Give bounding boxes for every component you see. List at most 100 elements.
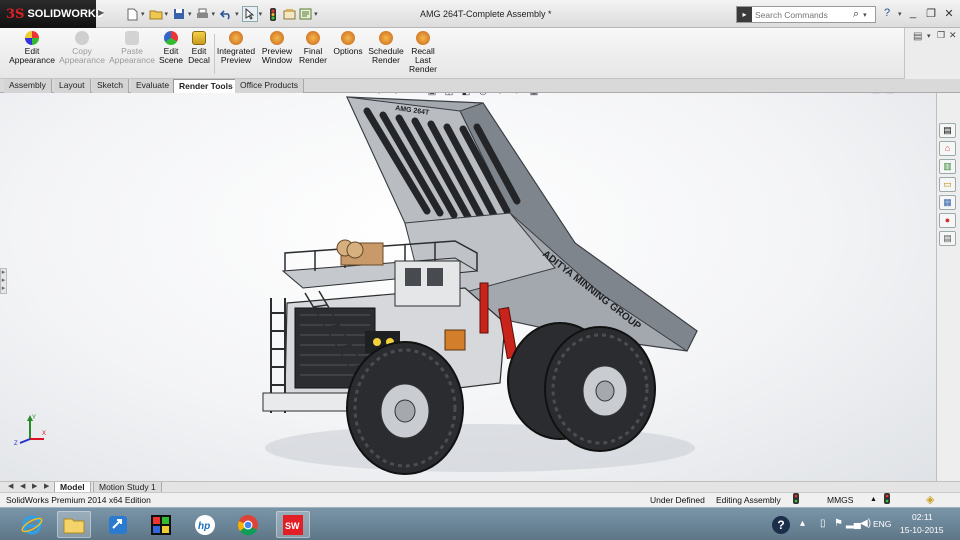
select-dropdown-icon[interactable]: ▾ xyxy=(259,10,263,18)
final-render-button[interactable]: Final Render xyxy=(298,31,328,65)
download-manager-icon[interactable] xyxy=(101,511,135,538)
last-tab-icon[interactable]: ▶ xyxy=(44,482,49,490)
help-question-icon[interactable]: ? xyxy=(772,516,790,534)
print-dropdown-icon[interactable]: ▾ xyxy=(212,10,216,18)
recall-last-render-button[interactable]: Recall Last Render xyxy=(406,31,440,74)
edit-scene-button[interactable]: Edit Scene xyxy=(158,31,184,65)
search-icon[interactable]: ⌕ xyxy=(853,8,859,21)
print-icon[interactable] xyxy=(195,6,211,22)
new-document-icon[interactable] xyxy=(124,6,140,22)
tab-assembly[interactable]: Assembly xyxy=(4,79,52,93)
apply-scene-icon[interactable]: ◐ xyxy=(510,93,524,96)
viewport-tile-icon[interactable]: ◫ xyxy=(886,93,895,95)
ribbon-restore-icon[interactable]: ❐ xyxy=(937,30,945,41)
media-player-icon[interactable] xyxy=(144,511,178,538)
graphics-area[interactable]: ADITYA MINNING GROUP AMG 264T AMG xyxy=(0,93,936,481)
custom-properties-icon[interactable]: ▤ xyxy=(939,231,956,246)
tray-expand-icon[interactable]: ▴ xyxy=(800,518,805,529)
view-palette-icon[interactable]: ▦ xyxy=(939,195,956,210)
options-icon[interactable] xyxy=(297,6,313,22)
language-indicator[interactable]: ENG xyxy=(873,519,891,529)
display-style-icon[interactable]: ◧ xyxy=(459,93,473,97)
file-explorer-icon[interactable]: ▭ xyxy=(939,177,956,192)
options-dropdown-icon[interactable]: ▾ xyxy=(314,10,318,18)
solidworks-logo[interactable]: 3S SOLIDWORKS xyxy=(0,0,103,28)
tab-render-tools[interactable]: Render Tools xyxy=(173,79,239,93)
zoom-to-fit-icon[interactable]: ⌕ xyxy=(374,93,388,97)
open-dropdown-icon[interactable]: ▾ xyxy=(165,10,169,18)
save-icon[interactable] xyxy=(171,6,187,22)
rebuild-traffic-light-icon[interactable] xyxy=(265,6,281,22)
hp-app-icon[interactable]: hp xyxy=(188,511,222,538)
clock-time[interactable]: 02:11 xyxy=(912,512,933,522)
menu-expand-icon[interactable]: ▶ xyxy=(98,8,104,17)
tag-icon[interactable]: ◈ xyxy=(926,493,934,507)
clock-date[interactable]: 15-10-2015 xyxy=(900,525,943,535)
status-bar: SolidWorks Premium 2014 x64 Edition Unde… xyxy=(0,492,960,507)
prev-tab-icon[interactable]: ◀ xyxy=(20,482,25,490)
appearances-scenes-icon[interactable]: ● xyxy=(939,213,956,228)
schedule-render-button[interactable]: Schedule Render xyxy=(367,31,405,65)
task-pane: ▤ ⌂ ▥ ▭ ▦ ● ▤ xyxy=(936,93,960,481)
section-view-icon[interactable]: ▣ xyxy=(425,93,439,97)
undo-icon[interactable] xyxy=(218,6,234,22)
select-cursor-icon[interactable] xyxy=(241,6,258,22)
design-library-icon[interactable]: ▥ xyxy=(939,159,956,174)
title-bar: 3S SOLIDWORKS ▶ ▾ ▾ ▾ ▾ ▾ ▾ ▾ AMG 264T-C… xyxy=(0,0,960,28)
undo-dropdown-icon[interactable]: ▾ xyxy=(235,10,239,18)
render-options-button[interactable]: Options xyxy=(332,31,364,56)
restore-icon[interactable]: ❐ xyxy=(924,7,938,20)
viewport-split-icon[interactable]: ◫ xyxy=(872,93,881,95)
previous-view-icon[interactable]: ↶ xyxy=(408,93,422,97)
minimize-icon[interactable]: _ xyxy=(906,7,920,19)
feature-manager-collapse-handle[interactable]: ▸ ▸ ▸ xyxy=(0,268,7,294)
search-dropdown-icon[interactable]: ▾ xyxy=(863,11,867,19)
zoom-area-icon[interactable]: ⌕ xyxy=(391,93,405,97)
internet-explorer-icon[interactable] xyxy=(15,511,49,538)
file-properties-icon[interactable] xyxy=(281,6,297,22)
dump-truck-model[interactable]: ADITYA MINNING GROUP AMG 264T AMG xyxy=(255,93,705,481)
close-icon[interactable]: ✕ xyxy=(942,7,956,20)
file-explorer-icon[interactable] xyxy=(57,511,91,538)
open-folder-icon[interactable] xyxy=(148,6,164,22)
action-center-flag-icon[interactable]: ⚑ xyxy=(834,518,843,529)
edit-decal-button[interactable]: Edit Decal xyxy=(186,31,212,65)
viewport-minimize-icon[interactable]: – xyxy=(904,93,909,94)
solidworks-resources-icon[interactable]: ▤ xyxy=(939,123,956,138)
ribbon-close-icon[interactable]: ✕ xyxy=(949,30,957,41)
integrated-preview-button[interactable]: Integrated Preview xyxy=(216,31,256,65)
volume-icon[interactable]: ◀) xyxy=(860,518,871,529)
tab-sketch[interactable]: Sketch xyxy=(92,79,129,93)
new-dropdown-icon[interactable]: ▾ xyxy=(141,10,145,18)
help-dropdown-icon[interactable]: ▾ xyxy=(898,10,902,18)
view-layout-icon[interactable]: ▤ xyxy=(913,31,922,42)
save-dropdown-icon[interactable]: ▾ xyxy=(188,10,192,18)
edit-appearance-button[interactable]: Edit Appearance xyxy=(9,31,55,65)
view-settings-icon[interactable]: ▦ xyxy=(527,93,541,97)
search-input[interactable] xyxy=(755,9,851,20)
copy-appearance-button[interactable]: Copy Appearance xyxy=(59,31,105,65)
view-layout-dropdown-icon[interactable]: ▾ xyxy=(927,32,931,40)
network-icon[interactable]: ▂▄ xyxy=(846,518,861,529)
search-box[interactable]: ▸ ⌕ ▾ xyxy=(736,6,876,23)
hide-show-items-icon[interactable]: ◎ xyxy=(476,93,490,97)
viewport-restore-icon[interactable]: ❐ xyxy=(918,93,926,95)
first-tab-icon[interactable]: ◀ xyxy=(8,482,13,490)
view-orientation-icon[interactable]: ◫ xyxy=(442,93,456,97)
tab-layout[interactable]: Layout xyxy=(54,79,91,93)
unit-system[interactable]: MMGS xyxy=(827,493,853,507)
unit-system-arrow-icon[interactable]: ▲ xyxy=(870,493,877,507)
tab-office-products[interactable]: Office Products xyxy=(235,79,304,93)
status-rebuild-icon[interactable] xyxy=(884,493,890,508)
next-tab-icon[interactable]: ▶ xyxy=(32,482,37,490)
tab-evaluate[interactable]: Evaluate xyxy=(131,79,176,93)
edit-appearance-view-icon[interactable]: ● xyxy=(493,93,507,96)
preview-window-button[interactable]: Preview Window xyxy=(260,31,294,65)
paste-appearance-button[interactable]: Paste Appearance xyxy=(108,31,156,65)
x-axis-label: X xyxy=(42,431,46,437)
help-icon[interactable]: ? xyxy=(884,7,890,19)
home-icon[interactable]: ⌂ xyxy=(939,141,956,156)
chrome-icon[interactable] xyxy=(231,511,265,538)
device-icon[interactable]: ▯ xyxy=(820,518,826,529)
solidworks-taskbar-icon[interactable]: SW xyxy=(276,511,310,538)
